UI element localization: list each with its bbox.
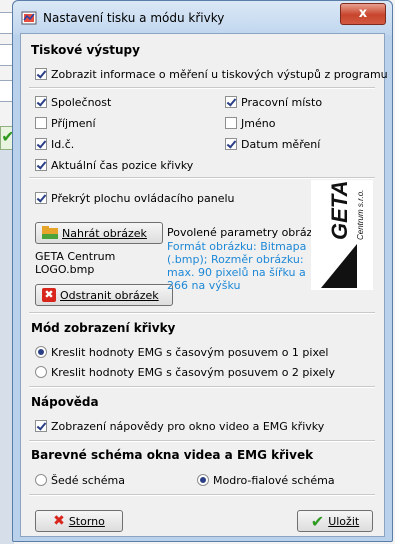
divider — [29, 440, 375, 442]
surname-label: Příjmení — [51, 116, 96, 130]
id-checkbox[interactable] — [35, 138, 47, 150]
surname-checkbox[interactable] — [35, 117, 47, 129]
workplace-label: Pracovní místo — [241, 95, 323, 109]
show-help-checkbox[interactable] — [35, 420, 47, 432]
overlay-checkbox-row[interactable]: Překrýt plochu ovládacího panelu — [35, 190, 235, 206]
close-icon: x — [358, 6, 368, 21]
print-outputs-heading: Tiskové výstupy — [31, 43, 140, 57]
show-info-checkbox-row[interactable]: Zobrazit informace o měření u tiskových … — [35, 66, 388, 82]
field-checkbox-row[interactable]: Id.č. — [35, 136, 74, 152]
save-label: Uložit — [328, 514, 360, 528]
gray-scheme-label: Šedé schéma — [51, 473, 125, 487]
current-time-label: Aktuální čas pozice křivky — [51, 158, 194, 172]
name-label: Jméno — [241, 116, 276, 130]
close-button[interactable]: x — [340, 3, 386, 25]
blue-purple-scheme-label: Modro-fialové schéma — [213, 473, 335, 487]
image-params-title: Povolené parametry obrázku — [167, 226, 326, 239]
cancel-icon: ✖ — [53, 513, 65, 529]
title-bar[interactable]: Nastavení tisku a módu křivky x — [13, 1, 392, 35]
help-heading: Nápověda — [31, 395, 99, 409]
upload-image-button[interactable]: Nahrát obrázek — [35, 222, 163, 244]
window-title: Nastavení tisku a módu křivky — [43, 11, 225, 25]
name-checkbox[interactable] — [225, 117, 237, 129]
show-help-checkbox-row[interactable]: Zobrazení nápovědy pro okno video a EMG … — [35, 418, 324, 434]
curve-mode-2px-radio[interactable] — [35, 366, 47, 378]
divider — [29, 87, 375, 89]
remove-image-button[interactable]: ✖ Odstranit obrázek — [35, 284, 173, 306]
divider — [29, 312, 375, 314]
show-help-label: Zobrazení nápovědy pro okno video a EMG … — [51, 419, 325, 433]
show-info-label: Zobrazit informace o měření u tiskových … — [51, 67, 388, 81]
logo-text: GETA — [327, 181, 352, 240]
curve-mode-2px-label: Kreslit hodnoty EMG s časovým posuvem o … — [51, 365, 335, 379]
field-checkbox-row[interactable]: Pracovní místo — [225, 94, 322, 110]
color-scheme-heading: Barevné schéma okna videa a EMG křivek — [31, 448, 314, 462]
curve-mode-1px-label: Kreslit hodnoty EMG s časovým posuvem o … — [51, 345, 329, 359]
workplace-checkbox[interactable] — [225, 96, 237, 108]
curve-mode-option[interactable]: Kreslit hodnoty EMG s časovým posuvem o … — [35, 344, 328, 360]
company-checkbox[interactable] — [35, 96, 47, 108]
overlay-checkbox[interactable] — [35, 192, 47, 204]
remove-image-label: Odstranit obrázek — [60, 288, 159, 302]
field-checkbox-row[interactable]: Společnost — [35, 94, 111, 110]
printer-chart-icon — [21, 11, 37, 25]
color-scheme-option[interactable]: Modro-fialové schéma — [197, 472, 335, 488]
checkmark-icon: ✔ — [310, 511, 325, 531]
show-info-checkbox[interactable] — [35, 68, 47, 80]
current-time-checkbox[interactable] — [35, 159, 47, 171]
logo-subtext: Centrum s.r.o. — [356, 190, 365, 240]
settings-dialog: Nastavení tisku a módu křivky x Tiskové … — [12, 0, 393, 542]
divider — [29, 386, 375, 388]
cancel-button[interactable]: ✖ Storno — [35, 510, 123, 532]
remove-icon: ✖ — [42, 288, 56, 302]
curve-mode-heading: Mód zobrazení křivky — [31, 321, 176, 335]
company-label: Společnost — [51, 95, 112, 109]
geta-logo-icon: GETA Centrum s.r.o. — [321, 181, 365, 288]
id-label: Id.č. — [51, 137, 75, 151]
curve-mode-option[interactable]: Kreslit hodnoty EMG s časovým posuvem o … — [35, 364, 335, 380]
image-params-text: Formát obrázku: Bitmapa (.bmp); Rozměr o… — [167, 240, 307, 292]
field-checkbox-row[interactable]: Aktuální čas pozice křivky — [35, 157, 193, 173]
gray-scheme-radio[interactable] — [35, 474, 47, 486]
dialog-body: Tiskové výstupy Zobrazit informace o měř… — [20, 33, 388, 537]
divider — [29, 177, 375, 179]
field-checkbox-row[interactable]: Příjmení — [35, 115, 96, 131]
save-button[interactable]: ✔ Uložit — [297, 510, 373, 532]
divider — [29, 494, 375, 496]
measurement-date-label: Datum měření — [241, 137, 321, 151]
curve-mode-1px-radio[interactable] — [35, 346, 47, 358]
image-filename: GETA Centrum LOGO.bmp — [35, 250, 116, 276]
overlay-label: Překrýt plochu ovládacího panelu — [51, 191, 235, 205]
field-checkbox-row[interactable]: Datum měření — [225, 136, 320, 152]
measurement-date-checkbox[interactable] — [225, 138, 237, 150]
company-logo: GETA Centrum s.r.o. — [311, 180, 373, 290]
field-checkbox-row[interactable]: Jméno — [225, 115, 275, 131]
cancel-label: Storno — [68, 514, 105, 528]
color-scheme-option[interactable]: Šedé schéma — [35, 472, 125, 488]
folder-icon — [42, 226, 58, 239]
upload-image-label: Nahrát obrázek — [62, 226, 147, 240]
blue-purple-scheme-radio[interactable] — [197, 474, 209, 486]
